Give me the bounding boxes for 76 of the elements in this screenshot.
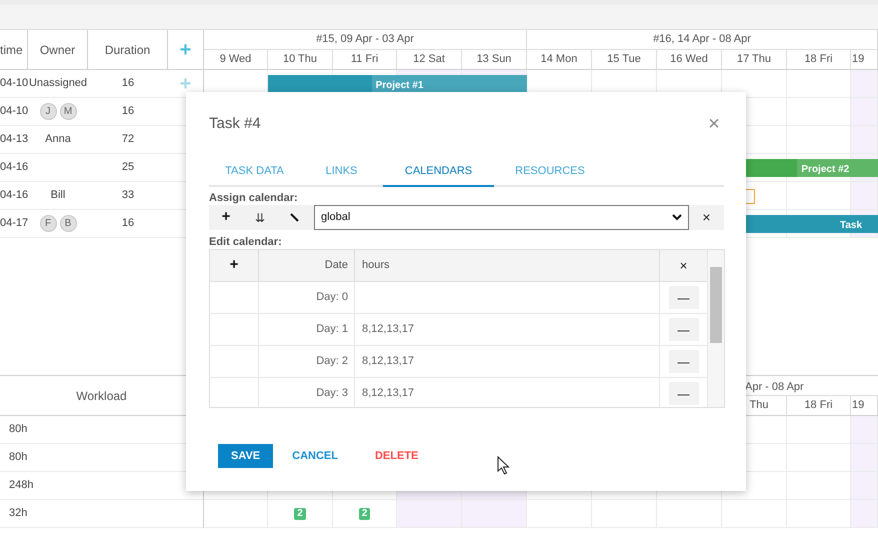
- day-label: 12 Sat: [413, 52, 445, 68]
- week-label: #15, 09 Apr - 03 Apr: [316, 32, 414, 48]
- day-label: 19: [852, 398, 864, 414]
- column-header: Date: [259, 250, 355, 281]
- count-badge: 2: [294, 508, 306, 520]
- table-cell-text: 80h: [9, 450, 28, 466]
- remove-row-button[interactable]: —: [668, 350, 698, 373]
- table-cell-text: 04-16: [0, 188, 28, 204]
- section-label: Edit calendar:: [209, 235, 283, 249]
- table-cell: Day: 2: [259, 346, 355, 377]
- remove-all-button[interactable]: ×: [660, 250, 707, 281]
- column-header: hours: [355, 250, 660, 281]
- table-cell-text: 04-17: [0, 216, 28, 232]
- day-label: 14 Mon: [540, 52, 578, 68]
- sort-button[interactable]: ⇊: [243, 205, 277, 230]
- table-cell-text: 80h: [9, 422, 28, 438]
- day-label: 18 Fri: [804, 398, 833, 414]
- day-label: Thu: [750, 398, 768, 414]
- day-label: 9 Wed: [220, 52, 252, 68]
- mouse-pointer-icon: [497, 456, 510, 475]
- column-header[interactable]: Duration: [104, 40, 150, 58]
- section-label: Assign calendar:: [209, 191, 299, 205]
- week-label: #16, 14 Apr - 08 Apr: [653, 32, 751, 48]
- table-cell-text: 04-16: [0, 160, 28, 176]
- clear-button[interactable]: ×: [689, 205, 724, 230]
- avatar: F: [40, 215, 56, 232]
- table-cell-text: Anna: [45, 132, 71, 148]
- column-header[interactable]: Owner: [40, 40, 76, 58]
- table-cell: 8,12,13,17: [355, 346, 660, 377]
- scrollbar[interactable]: [707, 250, 724, 407]
- table-cell-text: 16: [122, 104, 134, 120]
- table-cell-text: 04-13: [0, 132, 28, 148]
- day-label: 18 Fri: [804, 52, 833, 68]
- table-cell: Day: 1: [259, 314, 355, 345]
- day-label: 15 Tue: [607, 52, 641, 68]
- day-label: 16 Wed: [670, 52, 708, 68]
- table-cell: 8,12,13,17: [355, 378, 660, 407]
- table-cell-text: 33: [122, 188, 134, 204]
- remove-row-button[interactable]: —: [668, 382, 698, 405]
- table-cell-text: 72: [122, 132, 134, 148]
- table-cell-text: 32h: [9, 506, 28, 522]
- column-header[interactable]: time: [0, 40, 23, 58]
- day-label: 13 Sun: [476, 52, 512, 68]
- day-label: 19: [852, 52, 864, 68]
- scrollbar-thumb[interactable]: [710, 267, 722, 343]
- table-cell-text: Unassigned: [28, 76, 88, 92]
- add-button[interactable]: +: [209, 205, 243, 230]
- tab[interactable]: CALENDARS: [383, 157, 494, 187]
- avatar: B: [60, 215, 76, 232]
- remove-row-button[interactable]: —: [668, 318, 698, 341]
- chevron-down-icon: [672, 214, 682, 221]
- table-cell: Day: 3: [259, 378, 355, 407]
- remove-row-button[interactable]: —: [668, 286, 698, 309]
- avatar: M: [60, 103, 76, 120]
- week-label: Apr - 08 Apr: [745, 380, 804, 395]
- table-cell: 8,12,13,17: [355, 314, 660, 345]
- table-cell-text: Bill: [50, 188, 66, 204]
- count-badge: 2: [358, 508, 370, 520]
- secondary-button[interactable]: CANCEL: [292, 444, 338, 468]
- table-cell-text: 16: [122, 216, 134, 232]
- dialog-title: Task #4: [209, 114, 261, 134]
- day-label: 11 Fri: [350, 52, 378, 68]
- add-row-button[interactable]: +: [210, 250, 259, 281]
- close-button[interactable]: ×: [706, 114, 722, 134]
- table-cell-text: 04-10: [0, 104, 28, 120]
- calendar-select[interactable]: global: [314, 205, 689, 230]
- day-label: 10 Thu: [282, 52, 318, 68]
- table-cell-text: 04-10: [0, 76, 28, 92]
- primary-button[interactable]: SAVE: [218, 444, 274, 468]
- column-header[interactable]: Workload: [76, 386, 127, 404]
- table-cell-text: 25: [122, 160, 134, 176]
- avatar: J: [40, 103, 56, 120]
- table-cell: Day: 0: [259, 282, 355, 313]
- table-cell-text: 16: [122, 76, 134, 92]
- day-label: 17 Thu: [736, 52, 772, 68]
- table-cell-text: 248h: [9, 478, 34, 494]
